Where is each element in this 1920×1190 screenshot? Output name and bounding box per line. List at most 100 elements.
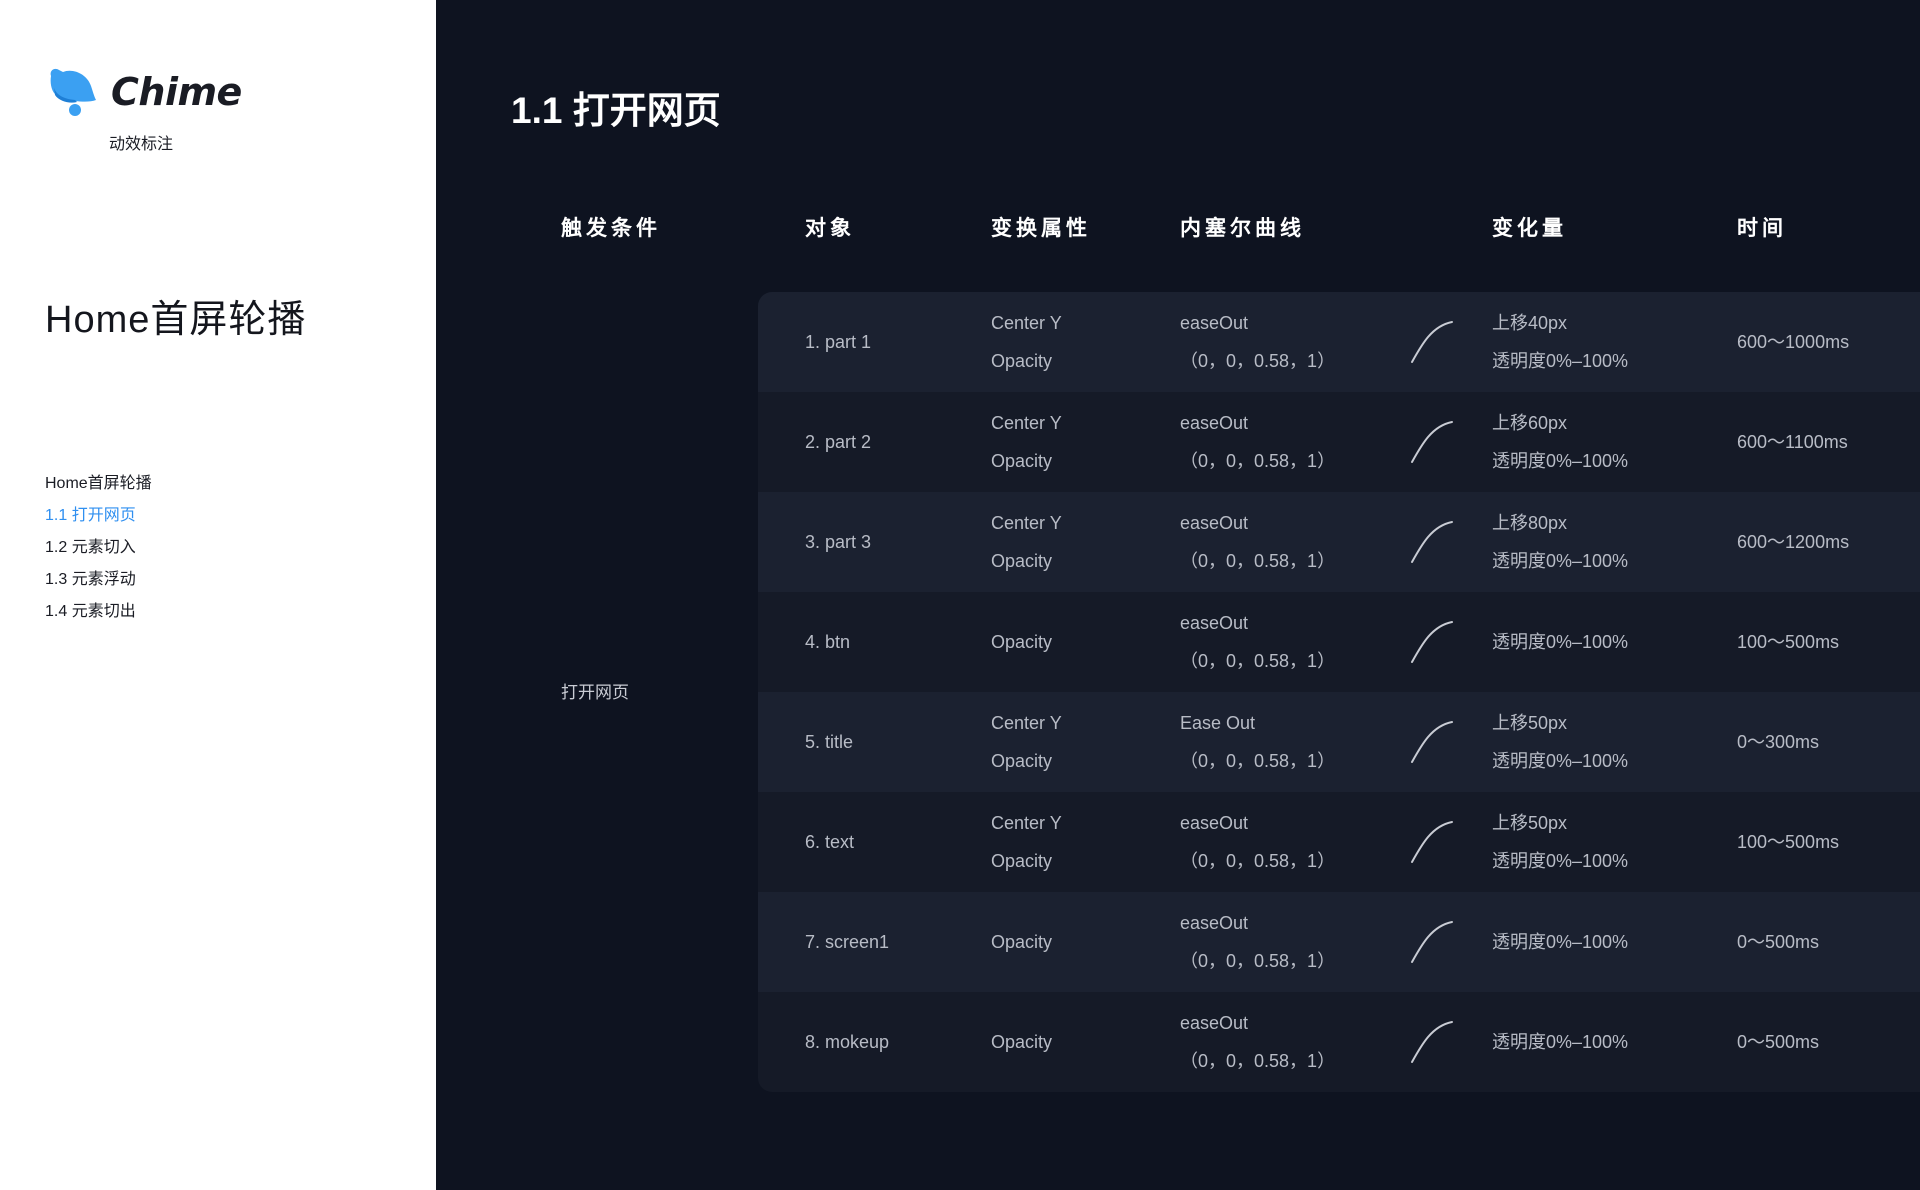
change-cell: 透明度0%–100% xyxy=(1492,992,1628,1092)
property-primary: Center Y xyxy=(991,313,1062,333)
change-move: 上移50px xyxy=(1492,813,1568,833)
change-cell: 透明度0%–100% xyxy=(1492,892,1628,992)
curve-params: （0，0，0.58，1） xyxy=(1180,851,1336,871)
change-move: 上移40px xyxy=(1492,313,1568,333)
ease-curve-icon xyxy=(1410,320,1454,364)
toc-item-open-page[interactable]: 1.1 打开网页 xyxy=(45,500,152,532)
curve-name: easeOut xyxy=(1180,1013,1249,1033)
header-trigger: 触发条件 xyxy=(561,217,661,240)
time-cell: 0～500ms xyxy=(1737,992,1819,1092)
curve-cell: Ease Out （0，0，0.58，1） xyxy=(1180,692,1335,792)
time-value: 0～300ms xyxy=(1737,732,1820,752)
property-primary: Center Y xyxy=(991,813,1062,833)
change-cell: 上移60px 透明度0%–100% xyxy=(1492,392,1628,492)
object-cell: 2. part 2 xyxy=(805,392,871,492)
curve-params: （0，0，0.58，1） xyxy=(1180,551,1336,571)
curve-params: （0，0，0.58，1） xyxy=(1180,351,1336,371)
change-cell: 上移80px 透明度0%–100% xyxy=(1492,492,1628,592)
time-cell: 600～1200ms xyxy=(1737,492,1849,592)
curve-cell: easeOut （0，0，0.58，1） xyxy=(1180,792,1335,892)
curve-params: （0，0，0.58，1） xyxy=(1180,651,1336,671)
change-move: 上移80px xyxy=(1492,513,1568,533)
object-name: 4. btn xyxy=(805,632,851,652)
property-primary: Center Y xyxy=(991,513,1062,533)
table-row: 8. mokeup Opacity easeOut （0，0，0.58，1） 透明度0%… xyxy=(758,992,1920,1092)
property-secondary: Opacity xyxy=(991,451,1053,471)
property-primary: Center Y xyxy=(991,713,1062,733)
curve-cell: easeOut （0，0，0.58，1） xyxy=(1180,492,1335,592)
toc-nav: Home首屏轮播 1.1 打开网页 1.2 元素切入 1.3 元素浮动 1.4 … xyxy=(45,468,152,628)
header-change: 变化量 xyxy=(1492,217,1567,240)
main-panel: 1.1 打开网页 触发条件 对象 变换属性 内塞尔曲线 变化量 时间 打开网页 … xyxy=(436,0,1920,1190)
change-cell: 透明度0%–100% xyxy=(1492,592,1628,692)
change-cell: 上移50px 透明度0%–100% xyxy=(1492,692,1628,792)
property-secondary: Opacity xyxy=(991,351,1053,371)
property-cell: Center Y Opacity xyxy=(991,492,1062,592)
object-cell: 7. screen1 xyxy=(805,892,889,992)
time-cell: 600～1000ms xyxy=(1737,292,1849,392)
object-cell: 5. title xyxy=(805,692,853,792)
property-secondary: Opacity xyxy=(991,851,1053,871)
ease-curve-icon xyxy=(1410,720,1454,764)
time-cell: 0～500ms xyxy=(1737,892,1819,992)
curve-params: （0，0，0.58，1） xyxy=(1180,451,1336,471)
property-secondary: Opacity xyxy=(991,751,1053,771)
curve-name: easeOut xyxy=(1180,413,1249,433)
curve-params: （0，0，0.58，1） xyxy=(1180,1051,1336,1071)
property-secondary: Opacity xyxy=(991,932,1053,952)
property-cell: Opacity xyxy=(991,892,1052,992)
change-opacity: 透明度0%–100% xyxy=(1492,351,1629,371)
table-row: 7. screen1 Opacity easeOut （0，0，0.58，1） 透明度0… xyxy=(758,892,1920,992)
curve-cell: easeOut （0，0，0.58，1） xyxy=(1180,992,1335,1092)
table-row: 5. title Center Y Opacity Ease Out （0，0，0.58… xyxy=(758,692,1920,792)
object-name: 6. text xyxy=(805,832,855,852)
brand-subtitle: 动效标注 xyxy=(109,136,174,153)
ease-curve-icon xyxy=(1410,420,1454,464)
ease-curve-icon xyxy=(1410,820,1454,864)
change-opacity: 透明度0%–100% xyxy=(1492,932,1629,952)
time-value: 600～1200ms xyxy=(1737,532,1850,552)
curve-cell: easeOut （0，0，0.58，1） xyxy=(1180,592,1335,692)
toc-item-element-float[interactable]: 1.3 元素浮动 xyxy=(45,564,152,596)
time-value: 0～500ms xyxy=(1737,1032,1820,1052)
change-move: 上移60px xyxy=(1492,413,1568,433)
time-cell: 600～1100ms xyxy=(1737,392,1848,492)
toc-item-element-in[interactable]: 1.2 元素切入 xyxy=(45,532,152,564)
time-cell: 0～300ms xyxy=(1737,692,1819,792)
curve-cell: easeOut （0，0，0.58，1） xyxy=(1180,292,1335,392)
property-secondary: Opacity xyxy=(991,551,1053,571)
toc-item-home[interactable]: Home首屏轮播 xyxy=(45,468,152,500)
header-property: 变换属性 xyxy=(991,217,1091,240)
change-cell: 上移50px 透明度0%–100% xyxy=(1492,792,1628,892)
curve-name: easeOut xyxy=(1180,913,1249,933)
change-opacity: 透明度0%–100% xyxy=(1492,751,1629,771)
object-cell: 8. mokeup xyxy=(805,992,889,1092)
property-primary: Center Y xyxy=(991,413,1062,433)
object-name: 2. part 2 xyxy=(805,432,872,452)
property-cell: Center Y Opacity xyxy=(991,692,1062,792)
curve-params: （0，0，0.58，1） xyxy=(1180,951,1336,971)
change-cell: 上移40px 透明度0%–100% xyxy=(1492,292,1628,392)
ease-curve-icon xyxy=(1410,620,1454,664)
object-name: 7. screen1 xyxy=(805,932,890,952)
sidebar: Chime 动效标注 Home首屏轮播 Home首屏轮播 1.1 打开网页 1.… xyxy=(0,0,436,1190)
property-cell: Opacity xyxy=(991,592,1052,692)
ease-curve-icon xyxy=(1410,920,1454,964)
trigger-value: 打开网页 xyxy=(561,683,629,702)
table-row: 4. btn Opacity easeOut （0，0，0.58，1） 透明度0%–10… xyxy=(758,592,1920,692)
time-value: 600～1000ms xyxy=(1737,332,1850,352)
toc-item-element-out[interactable]: 1.4 元素切出 xyxy=(45,596,152,628)
property-secondary: Opacity xyxy=(991,632,1053,652)
header-object: 对象 xyxy=(805,217,855,240)
change-opacity: 透明度0%–100% xyxy=(1492,632,1629,652)
object-name: 1. part 1 xyxy=(805,332,872,352)
time-value: 600～1100ms xyxy=(1737,432,1848,452)
curve-params: （0，0，0.58，1） xyxy=(1180,751,1336,771)
bell-logo-icon xyxy=(45,66,97,118)
curve-cell: easeOut （0，0，0.58，1） xyxy=(1180,892,1335,992)
time-cell: 100～500ms xyxy=(1737,792,1839,892)
object-name: 3. part 3 xyxy=(805,532,872,552)
property-cell: Center Y Opacity xyxy=(991,392,1062,492)
object-cell: 3. part 3 xyxy=(805,492,871,592)
object-cell: 4. btn xyxy=(805,592,850,692)
